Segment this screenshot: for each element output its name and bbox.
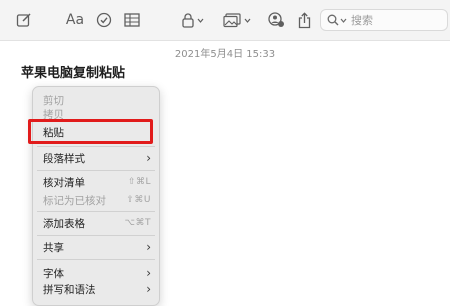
menu-item-shortcut: ⌥⌘T: [124, 218, 151, 228]
format-text-icon[interactable]: Aa: [63, 9, 87, 31]
checklist-icon[interactable]: [94, 9, 114, 31]
chevron-down-icon: [340, 18, 347, 23]
paste-highlight-box: [28, 119, 153, 144]
menu-item-label: 核对清单: [43, 176, 85, 189]
submenu-arrow-icon: ›: [146, 151, 151, 165]
chevron-down-icon: [197, 18, 204, 23]
menu-item-label: 共享: [43, 241, 64, 254]
submenu-arrow-icon: ›: [146, 282, 151, 296]
search-field[interactable]: 搜索: [320, 9, 448, 31]
lock-icon[interactable]: [180, 9, 206, 31]
search-placeholder: 搜索: [351, 14, 373, 27]
menu-item-label: 拼写和语法: [43, 283, 96, 296]
menu-separator: [37, 146, 155, 147]
collaborate-icon[interactable]: [266, 9, 286, 31]
chevron-down-icon: [244, 18, 251, 23]
menu-item-label: 字体: [43, 267, 64, 280]
menu-item-add-table[interactable]: 添加表格 ⌥⌘T: [43, 215, 151, 231]
menu-item-paragraph-style[interactable]: 段落样式 ›: [43, 150, 151, 166]
menu-separator: [37, 211, 155, 212]
menu-item-shortcut: ⇧⌘U: [126, 195, 151, 205]
media-icon[interactable]: [222, 9, 252, 31]
menu-separator: [37, 170, 155, 171]
menu-item-checklist[interactable]: 核对清单 ⇧⌘L: [43, 174, 151, 190]
menu-separator: [37, 235, 155, 236]
menu-item-font[interactable]: 字体 ›: [43, 265, 151, 281]
compose-icon[interactable]: [14, 9, 34, 31]
menu-separator: [37, 259, 155, 260]
note-title[interactable]: 苹果电脑复制粘贴: [21, 62, 125, 81]
menu-item-mark-checked[interactable]: 标记为已核对 ⇧⌘U: [43, 192, 151, 208]
menu-item-label: 标记为已核对: [43, 194, 106, 207]
menu-item-label: 段落样式: [43, 152, 85, 165]
note-timestamp: 2021年5月4日 15:33: [174, 49, 276, 60]
search-icon: [327, 14, 339, 26]
menu-item-share[interactable]: 共享 ›: [43, 239, 151, 255]
menu-item-label: 添加表格: [43, 217, 85, 230]
format-label: Aa: [65, 12, 85, 28]
submenu-arrow-icon: ›: [146, 240, 151, 254]
toolbar: Aa 搜索: [0, 0, 450, 41]
table-icon[interactable]: [122, 9, 142, 31]
submenu-arrow-icon: ›: [146, 266, 151, 280]
menu-item-spelling-grammar[interactable]: 拼写和语法 ›: [43, 281, 151, 297]
share-icon[interactable]: [296, 9, 312, 31]
menu-item-shortcut: ⇧⌘L: [127, 177, 151, 187]
